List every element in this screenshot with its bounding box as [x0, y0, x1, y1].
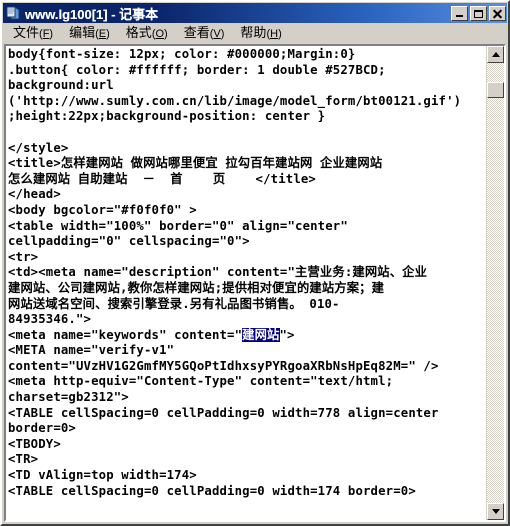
- close-button[interactable]: [489, 5, 506, 21]
- menu-label-file: 文件: [13, 25, 40, 40]
- selected-text[interactable]: 建网站: [242, 327, 280, 342]
- menu-accel-help: H: [270, 28, 279, 40]
- vertical-scrollbar[interactable]: [486, 46, 504, 520]
- scroll-down-arrow-icon[interactable]: [487, 503, 504, 520]
- scrollbar-track[interactable]: [487, 63, 504, 503]
- title-bar[interactable]: www.lg100[1] - 记事本: [3, 3, 507, 23]
- text-editor-area[interactable]: body{font-size: 12px; color: #000000;Mar…: [6, 46, 486, 520]
- menu-accel-view: V: [213, 28, 221, 40]
- scrollbar-thumb[interactable]: [487, 82, 504, 98]
- menu-label-edit: 编辑: [69, 25, 96, 40]
- minimize-button[interactable]: [451, 5, 468, 21]
- scroll-up-arrow-icon[interactable]: [487, 46, 504, 63]
- notepad-window: www.lg100[1] - 记事本 文件(F) 编辑(E) 格式(O) 查看(…: [0, 0, 510, 526]
- text-after-selection: "> <META name="verify-v1" content="UVzHV…: [8, 327, 439, 498]
- menu-item-edit[interactable]: 编辑(E): [61, 23, 118, 44]
- menu-label-format: 格式: [125, 25, 152, 40]
- window-controls: [451, 5, 506, 21]
- maximize-button[interactable]: [470, 5, 487, 21]
- text-before-selection: body{font-size: 12px; color: #000000;Mar…: [8, 47, 462, 342]
- menu-item-format[interactable]: 格式(O): [118, 23, 176, 44]
- window-title: www.lg100[1] - 记事本: [25, 6, 159, 22]
- document-text[interactable]: body{font-size: 12px; color: #000000;Mar…: [8, 47, 486, 499]
- menu-item-view[interactable]: 查看(V): [176, 23, 233, 44]
- editor-frame: body{font-size: 12px; color: #000000;Mar…: [4, 44, 506, 522]
- menu-label-help: 帮助: [240, 25, 267, 40]
- menu-item-file[interactable]: 文件(F): [5, 23, 61, 44]
- menu-item-help[interactable]: 帮助(H): [232, 23, 289, 44]
- notepad-icon: [5, 5, 21, 21]
- menu-accel-file: F: [42, 28, 50, 40]
- menu-label-view: 查看: [183, 25, 210, 40]
- menu-accel-edit: E: [98, 28, 107, 40]
- menu-bar: 文件(F) 编辑(E) 格式(O) 查看(V) 帮助(H): [2, 23, 508, 44]
- menu-accel-format: O: [155, 28, 165, 40]
